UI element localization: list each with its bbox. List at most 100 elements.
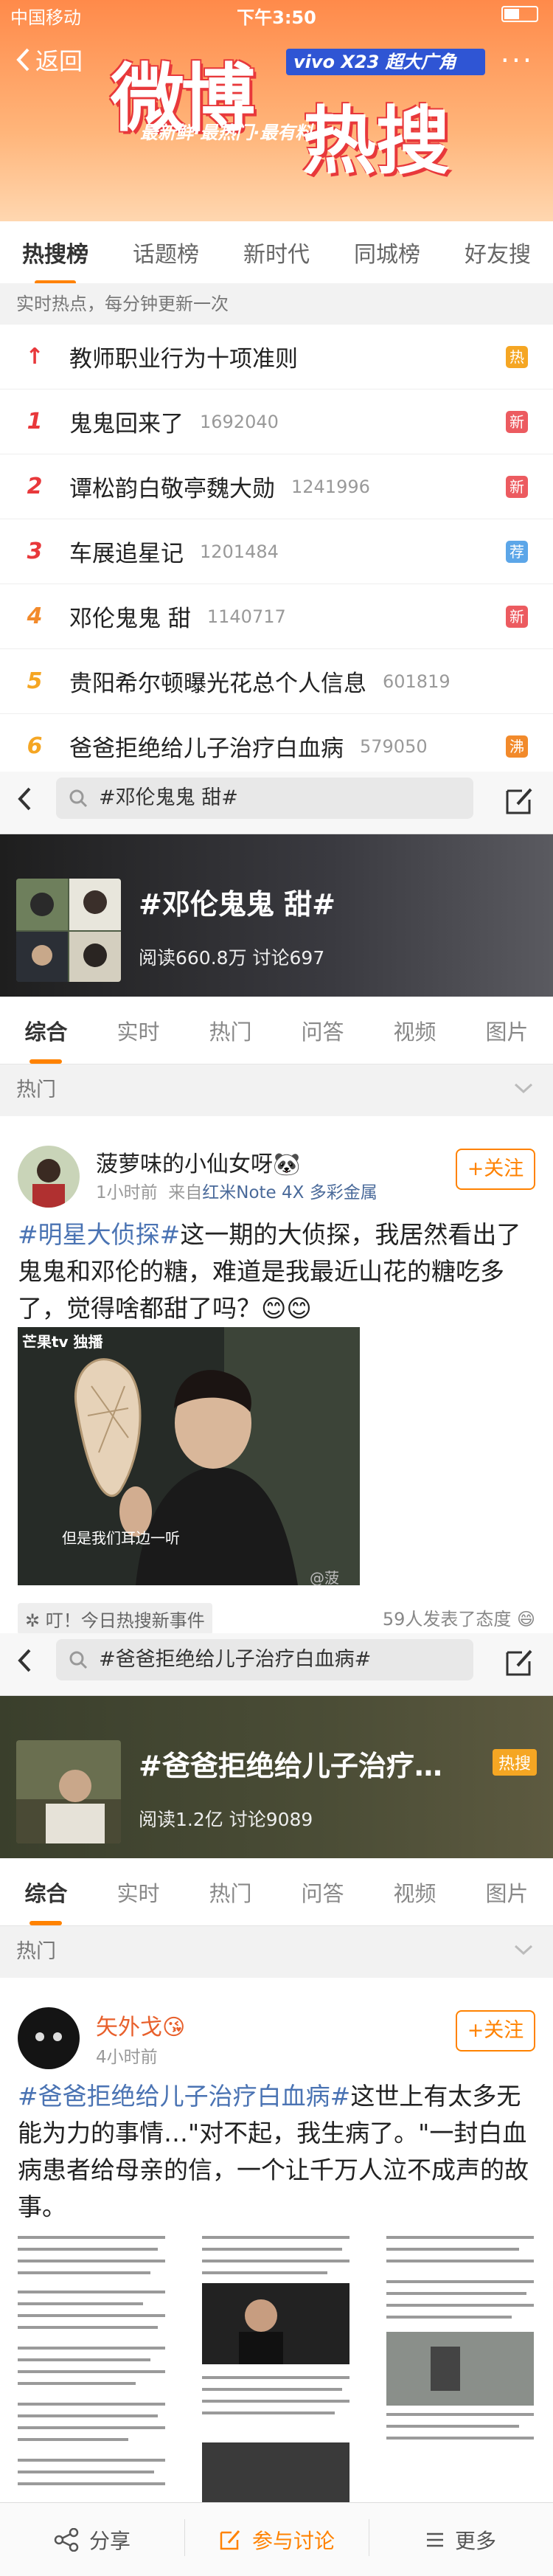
- tab-new-era[interactable]: 新时代: [240, 236, 313, 269]
- hot-search-header: 中国移动 下午3:50 返回 微博 vivo X23 超大广角 热搜 最新鲜·最…: [0, 0, 553, 221]
- topic-search-bar-2: #爸爸拒绝给儿子治疗白血病#: [0, 1633, 553, 1696]
- clock: 下午3:50: [237, 7, 316, 28]
- search-count: 601819: [383, 671, 451, 692]
- post-source[interactable]: 红米Note 4X 多彩金属: [202, 1183, 377, 1202]
- compose-icon[interactable]: [503, 1647, 535, 1679]
- search-count: 1692040: [200, 411, 279, 432]
- tab-topics[interactable]: 话题榜: [130, 236, 202, 269]
- hot-search-title: 车展追星记: [69, 541, 184, 567]
- subtab-hot[interactable]: 热门: [209, 1877, 251, 1908]
- hot-badge: 新: [506, 605, 528, 628]
- subtab-hot[interactable]: 热门: [209, 1015, 251, 1046]
- battery-icon: [501, 6, 538, 22]
- event-reactions: 59人发表了态度 😄: [382, 1609, 535, 1630]
- follow-button[interactable]: +关注: [456, 1149, 535, 1190]
- chevron-left-icon: [16, 48, 29, 72]
- topic-stats-2: 阅读1.2亿 讨论9089: [139, 1809, 313, 1830]
- search-count: 579050: [360, 735, 428, 757]
- topic-search-input[interactable]: #邓伦鬼鬼 甜#: [56, 778, 473, 819]
- post-time: 1小时前: [96, 1183, 158, 1202]
- section-title: 热门: [16, 1078, 56, 1101]
- post-image-grid[interactable]: [18, 2229, 535, 2502]
- search-icon: [69, 1651, 88, 1669]
- chevron-down-icon[interactable]: [513, 1081, 534, 1095]
- banner-title-hot: 热搜: [302, 97, 450, 184]
- post-meta: 1小时前 来自红米Note 4X 多彩金属: [96, 1178, 378, 1203]
- topic-thumbnail: [16, 879, 121, 982]
- tab-friends[interactable]: 好友搜: [462, 236, 534, 269]
- topic-header: #邓伦鬼鬼 甜# 阅读660.8万 讨论697: [0, 834, 553, 997]
- tab-hot-search[interactable]: 热搜榜: [19, 236, 91, 285]
- hot-search-row[interactable]: 3 车展追星记 1201484 荐: [0, 519, 553, 584]
- compose-icon[interactable]: [503, 785, 535, 817]
- hot-search-list: ↑ 教师职业行为十项准则 热 1 鬼鬼回来了 1692040 新 2 谭松韵白敬亭魏大勋 1241…: [0, 325, 553, 779]
- section-title: 热门: [16, 1940, 56, 1963]
- tab-local[interactable]: 同城榜: [351, 236, 423, 269]
- share-button[interactable]: 分享: [0, 2525, 184, 2555]
- subtab-all[interactable]: 综合: [24, 1015, 68, 1064]
- hot-search-row[interactable]: 6 爸爸拒绝给儿子治疗白血病 579050 沸: [0, 714, 553, 779]
- back-icon[interactable]: [16, 1648, 32, 1673]
- search-count: 1140717: [206, 606, 286, 627]
- search-count: 1201484: [200, 541, 279, 562]
- status-bar: 中国移动 下午3:50: [0, 0, 553, 30]
- subtab-realtime[interactable]: 实时: [116, 1015, 159, 1046]
- hot-search-row[interactable]: 2 谭松韵白敬亭魏大勋 1241996 新: [0, 454, 553, 519]
- hot-event-bar[interactable]: ✲ 叮！今日热搜新事件 59人发表了态度 😄: [18, 1599, 535, 1635]
- subtab-video[interactable]: 视频: [393, 1015, 436, 1046]
- hot-badge: 热: [506, 345, 528, 368]
- subtab-video[interactable]: 视频: [393, 1877, 436, 1908]
- post-hashtag[interactable]: #爸爸拒绝给儿子治疗白血病#: [18, 2082, 350, 2111]
- topic-thumbnail-2: [16, 1740, 121, 1843]
- rank-number: 6: [27, 733, 43, 759]
- topic-title-2: #爸爸拒绝给儿子治疗…: [139, 1750, 442, 1782]
- hot-search-row[interactable]: 1 鬼鬼回来了 1692040 新: [0, 389, 553, 454]
- hot-search-row[interactable]: 5 贵阳希尔顿曝光花总个人信息 601819: [0, 649, 553, 714]
- video-subtitle: 但是我们耳边一听: [62, 1529, 180, 1547]
- search-icon: [69, 789, 88, 808]
- rank-number: 2: [27, 474, 43, 499]
- back-label: 返回: [35, 47, 83, 75]
- topic-title: #邓伦鬼鬼 甜#: [139, 888, 335, 921]
- hot-search-row[interactable]: 4 邓伦鬼鬼 甜 1140717 新: [0, 584, 553, 649]
- post-text: #明星大侦探#这一期的大侦探，我居然看出了鬼鬼和邓伦的糖，难道是我最近山花的糖吃…: [18, 1216, 535, 1327]
- hot-search-row[interactable]: ↑ 教师职业行为十项准则 热: [0, 325, 553, 389]
- section-hot-label: 热门: [0, 1064, 553, 1116]
- chevron-down-icon[interactable]: [513, 1942, 534, 1957]
- post-text: #爸爸拒绝给儿子治疗白血病#这世上有太多无能为力的事情…"对不起，我生病了。"一…: [18, 2078, 535, 2226]
- rank-number: 3: [27, 539, 43, 564]
- post-hashtag[interactable]: #明星大侦探#: [18, 1220, 180, 1249]
- subtab-qa[interactable]: 问答: [301, 1877, 344, 1908]
- avatar[interactable]: [18, 2007, 80, 2069]
- update-hint: 实时热点，每分钟更新一次: [0, 283, 553, 325]
- hot-search-title: 鬼鬼回来了: [69, 411, 184, 437]
- avatar[interactable]: [18, 1146, 80, 1208]
- subtab-all[interactable]: 综合: [24, 1877, 68, 1925]
- topic-subtabs: 综合 实时 热门 问答 视频 图片: [0, 997, 553, 1064]
- hot-badge: 荐: [506, 540, 528, 563]
- username[interactable]: 菠萝味的小仙女呀🐼: [96, 1146, 300, 1178]
- subtab-realtime[interactable]: 实时: [116, 1877, 159, 1908]
- banner-subtitle: 最新鲜·最热门·最有料: [140, 122, 313, 143]
- more-menu-button[interactable]: ···: [501, 44, 534, 77]
- source-prefix: 来自: [168, 1183, 203, 1202]
- subtab-images[interactable]: 图片: [485, 1877, 528, 1908]
- hot-search-title: 谭松韵白敬亭魏大勋: [69, 476, 275, 502]
- image-watermark: @菠: [310, 1569, 339, 1587]
- hot-search-title: 爸爸拒绝给儿子治疗白血病: [69, 735, 344, 762]
- follow-button[interactable]: +关注: [456, 2010, 535, 2052]
- back-button[interactable]: 返回: [15, 43, 83, 77]
- discuss-button[interactable]: 参与讨论: [184, 2518, 369, 2556]
- topic-search-input[interactable]: #爸爸拒绝给儿子治疗白血病#: [56, 1639, 473, 1680]
- username[interactable]: 矢外戈😘: [96, 2009, 185, 2041]
- bottom-action-bar: 分享 参与讨论 更多: [0, 2502, 553, 2576]
- back-icon[interactable]: [16, 786, 32, 811]
- subtab-qa[interactable]: 问答: [301, 1015, 344, 1046]
- section-hot-label-2: 热门: [0, 1926, 553, 1978]
- banner-ad-badge: vivo X23 超大广角: [286, 49, 485, 75]
- subtab-images[interactable]: 图片: [485, 1015, 528, 1046]
- post-image[interactable]: 芒果tv 独播 但是我们耳边一听: [18, 1327, 360, 1585]
- hot-search-badge: 热搜: [492, 1749, 537, 1776]
- more-button[interactable]: 更多: [369, 2518, 553, 2556]
- topic-subtabs-2: 综合 实时 热门 问答 视频 图片: [0, 1858, 553, 1926]
